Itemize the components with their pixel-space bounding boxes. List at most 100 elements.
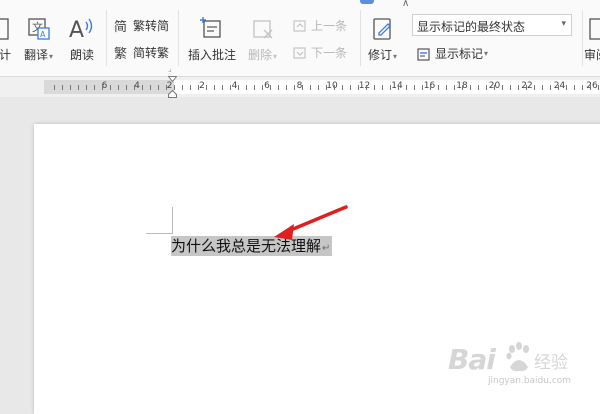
ribbon-separator <box>178 10 179 66</box>
svg-text:A: A <box>69 18 84 42</box>
ruler-tick <box>406 85 407 90</box>
delete-caret-icon[interactable]: ▾ <box>273 52 277 61</box>
indent-marker-icon[interactable] <box>168 76 177 98</box>
next-item-icon <box>292 45 308 61</box>
tab-overflow-glyph: ∧ <box>402 0 410 9</box>
ruler-tick <box>590 85 591 90</box>
ruler-tick <box>270 85 271 90</box>
ruler-tick <box>486 85 487 90</box>
read-aloud-icon: A <box>68 14 96 44</box>
ruler-tick <box>134 85 135 90</box>
ruler-tick <box>302 85 303 90</box>
ribbon-separator <box>106 10 107 66</box>
margin-corner-mark <box>146 233 172 234</box>
track-changes-button[interactable]: 修订▾ <box>368 14 397 63</box>
ruler-tick <box>334 85 335 90</box>
translate-label: 翻译 <box>24 48 49 62</box>
ruler-tick <box>542 85 543 90</box>
ruler-tick <box>478 85 479 90</box>
ruler-track[interactable] <box>44 80 600 94</box>
active-tab-indicator <box>360 0 374 4</box>
watermark-url: jingyan.baidu.com <box>488 376 572 386</box>
show-markup-label: 显示标记 <box>435 47 484 61</box>
simp-to-trad-button[interactable]: 繁 简转繁 <box>114 44 169 61</box>
svg-text:A: A <box>40 30 46 39</box>
ruler-tick <box>470 85 471 90</box>
ruler-tick <box>422 85 423 90</box>
previous-item-button[interactable]: 上一条 <box>292 17 347 34</box>
ruler-tick <box>206 85 207 90</box>
ribbon-separator <box>360 10 361 66</box>
ruler-tick <box>278 85 279 90</box>
ruler-number: 10 <box>326 81 338 91</box>
delete-comment-button[interactable]: 删除▾ <box>248 14 277 63</box>
markup-display-dropdown[interactable]: 显示标记的最终状态 ▾ <box>412 14 572 36</box>
margin-corner-mark <box>172 207 173 234</box>
ruler-tick <box>190 85 191 90</box>
ruler-tick <box>558 85 559 90</box>
word-count-button[interactable]: 计 <box>0 14 12 63</box>
insert-comment-button[interactable]: 插入批注 <box>188 14 236 63</box>
ruler-tick <box>158 85 159 90</box>
read-aloud-label: 朗读 <box>69 48 94 62</box>
ruler-tick <box>502 85 503 90</box>
insert-comment-icon <box>199 14 225 44</box>
trad-convert-icon: 简 <box>114 18 130 34</box>
ruler-tick <box>518 85 519 90</box>
track-changes-label: 修订 <box>368 48 393 62</box>
previous-item-icon <box>292 18 308 34</box>
simp-convert-icon: 繁 <box>114 45 130 61</box>
ruler-tick <box>534 85 535 90</box>
ruler-tick <box>254 85 255 90</box>
word-count-icon <box>0 14 12 44</box>
track-changes-caret-icon[interactable]: ▾ <box>393 52 397 61</box>
show-markup-button[interactable]: 显示标记 ▾ <box>416 45 488 62</box>
translate-button[interactable]: 文 A 翻译▾ <box>24 14 53 63</box>
review-button[interactable]: 审阅 <box>584 14 600 63</box>
translate-caret-icon[interactable]: ▾ <box>49 52 53 61</box>
ruler-tick <box>366 85 367 90</box>
trad-to-simp-button[interactable]: 简 繁转简 <box>114 17 169 34</box>
simp-convert-label: 简转繁 <box>133 46 170 60</box>
ruler-tick <box>150 85 151 90</box>
show-markup-icon <box>416 46 432 62</box>
ruler-tick <box>342 85 343 90</box>
ruler-number: 24 <box>553 81 566 91</box>
ruler-tick <box>142 85 143 90</box>
ruler-tick <box>262 85 263 90</box>
ruler-tick <box>310 85 311 90</box>
ruler-tick <box>286 85 287 90</box>
read-aloud-button[interactable]: A 朗读 <box>68 14 96 63</box>
next-item-label: 下一条 <box>311 46 348 60</box>
ruler-tick <box>198 85 199 90</box>
ruler-tick <box>398 85 399 90</box>
trad-convert-label: 繁转简 <box>133 19 170 33</box>
baidu-logo: Bai 经验 <box>448 342 568 376</box>
ruler-tick <box>566 85 567 90</box>
ruler-tick <box>350 85 351 90</box>
insert-comment-label: 插入批注 <box>188 48 237 62</box>
ruler-tick <box>214 85 215 90</box>
ruler-tick <box>222 85 223 90</box>
ruler-tick <box>246 85 247 90</box>
ruler-tick <box>110 85 111 90</box>
ruler-tick <box>70 85 71 90</box>
group-expand-icon[interactable]: ⌟ <box>168 64 172 73</box>
show-markup-caret-icon[interactable]: ▾ <box>484 49 488 58</box>
review-label: 审阅 <box>584 48 600 62</box>
ruler-tick <box>382 85 383 90</box>
ruler-tick <box>86 85 87 90</box>
ruler-number: 26 <box>586 81 598 91</box>
ruler-number: 22 <box>520 81 534 91</box>
markup-display-value: 显示标记的最终状态 <box>417 20 526 34</box>
ruler-tick <box>510 85 511 90</box>
word-count-label: 计 <box>0 48 11 62</box>
next-item-button[interactable]: 下一条 <box>292 44 347 61</box>
ruler-tick <box>390 85 391 90</box>
ruler-tick <box>318 85 319 90</box>
ruler-tick <box>126 85 127 90</box>
translate-icon: 文 A <box>26 14 52 44</box>
ruler-tick <box>94 85 95 90</box>
review-icon <box>587 14 600 44</box>
ruler-tick <box>550 85 551 90</box>
